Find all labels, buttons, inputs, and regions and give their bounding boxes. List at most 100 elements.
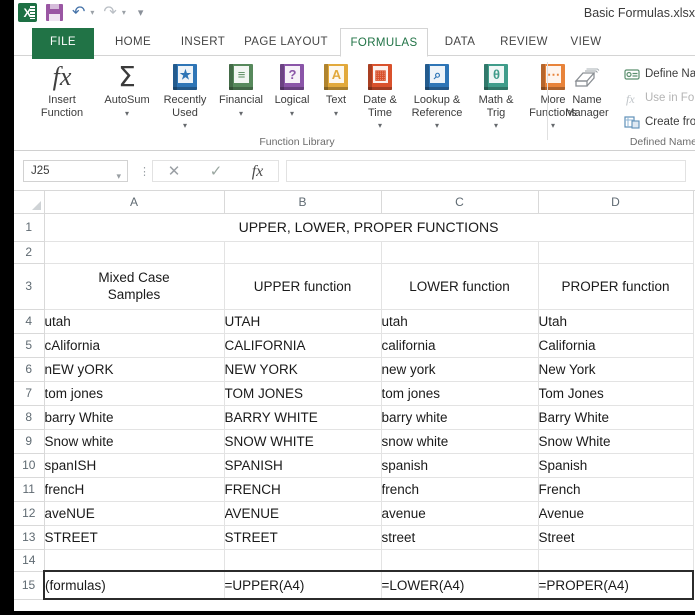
data-cell-D6[interactable]: New York — [538, 357, 694, 382]
data-cell-A10[interactable]: spanISH — [44, 453, 225, 478]
row-header-7[interactable]: 7 — [14, 381, 45, 406]
ribbon-tab-page-layout[interactable]: PAGE LAYOUT — [236, 28, 336, 56]
enter-icon[interactable]: ✓ — [210, 164, 223, 179]
create-from-selection-button[interactable]: Create from — [624, 112, 695, 132]
data-cell-B11[interactable]: FRENCH — [224, 477, 382, 502]
row-header-9[interactable]: 9 — [14, 429, 45, 454]
data-cell-B9[interactable]: SNOW WHITE — [224, 429, 382, 454]
column-header-A[interactable]: A — [44, 191, 225, 214]
undo-dropdown-icon[interactable]: ▾ — [90, 8, 94, 17]
data-cell-B5[interactable]: CALIFORNIA — [224, 333, 382, 358]
redo-dropdown-icon[interactable]: ▾ — [122, 8, 126, 17]
data-cell-D4[interactable]: Utah — [538, 309, 694, 334]
chevron-down-icon[interactable]: ▾ — [239, 107, 243, 121]
data-cell-C11[interactable]: french — [381, 477, 539, 502]
data-cell-A9[interactable]: Snow white — [44, 429, 225, 454]
data-cell-C5[interactable]: california — [381, 333, 539, 358]
chevron-down-icon[interactable]: ▾ — [494, 119, 498, 133]
formula-cell-B15[interactable]: =UPPER(A4) — [224, 570, 382, 600]
data-cell-C13[interactable]: street — [381, 525, 539, 550]
row-header-6[interactable]: 6 — [14, 357, 45, 382]
financial-button[interactable]: ≡ Financial ▾ — [214, 60, 268, 134]
ribbon-tab-home[interactable]: HOME — [102, 28, 164, 56]
row-header-4[interactable]: 4 — [14, 309, 45, 334]
data-cell-C12[interactable]: avenue — [381, 501, 539, 526]
data-cell-D5[interactable]: California — [538, 333, 694, 358]
data-cell-B6[interactable]: NEW YORK — [224, 357, 382, 382]
data-cell-B13[interactable]: STREET — [224, 525, 382, 550]
row-header-8[interactable]: 8 — [14, 405, 45, 430]
chevron-down-icon[interactable]: ▾ — [435, 119, 439, 133]
ribbon-tab-review[interactable]: REVIEW — [490, 28, 558, 56]
lookup-reference-button[interactable]: ⌕ Lookup & Reference ▾ — [404, 60, 470, 134]
select-all-corner[interactable] — [14, 191, 45, 214]
column-header-D[interactable]: D — [538, 191, 694, 214]
column-title-cell-B3[interactable]: UPPER function — [224, 263, 382, 310]
table-cell-B2[interactable] — [224, 241, 382, 264]
merged-title-cell[interactable]: UPPER, LOWER, PROPER FUNCTIONS — [44, 213, 694, 242]
table-cell-C14[interactable] — [381, 549, 539, 572]
data-cell-A8[interactable]: barry White — [44, 405, 225, 430]
chevron-down-icon[interactable]: ▾ — [290, 107, 294, 121]
row-header-13[interactable]: 13 — [14, 525, 45, 550]
ribbon-tab-formulas[interactable]: FORMULAS — [340, 28, 428, 57]
data-cell-C10[interactable]: spanish — [381, 453, 539, 478]
data-cell-D9[interactable]: Snow White — [538, 429, 694, 454]
table-cell-D14[interactable] — [538, 549, 694, 572]
insert-function-button[interactable]: fx Insert Function — [32, 60, 92, 134]
date-time-button[interactable]: ▦ Date & Time ▾ — [356, 60, 404, 134]
data-cell-D11[interactable]: French — [538, 477, 694, 502]
chevron-down-icon[interactable]: ▾ — [334, 107, 338, 121]
data-cell-A4[interactable]: utah — [44, 309, 225, 334]
data-cell-A13[interactable]: STREET — [44, 525, 225, 550]
data-cell-C7[interactable]: tom jones — [381, 381, 539, 406]
chevron-down-icon[interactable]: ▾ — [125, 107, 129, 121]
customize-qat-icon[interactable]: ▾ — [138, 6, 144, 19]
math-trig-button[interactable]: θ Math & Trig ▾ — [470, 60, 522, 134]
data-cell-B8[interactable]: BARRY WHITE — [224, 405, 382, 430]
data-cell-B4[interactable]: UTAH — [224, 309, 382, 334]
name-box[interactable]: J25 ▾ — [23, 160, 128, 182]
autosum-button[interactable]: Σ AutoSum ▾ — [98, 60, 156, 134]
row-header-12[interactable]: 12 — [14, 501, 45, 526]
ribbon-tab-file[interactable]: FILE — [32, 28, 94, 56]
data-cell-D13[interactable]: Street — [538, 525, 694, 550]
row-header-1[interactable]: 1 — [14, 213, 45, 242]
data-cell-D12[interactable]: Avenue — [538, 501, 694, 526]
worksheet-grid[interactable]: A B C D 1 UPPER, LOWER, PROPER FUNCTIONS 2 3 Mix… — [14, 191, 695, 611]
table-cell-B14[interactable] — [224, 549, 382, 572]
formula-input[interactable] — [286, 160, 686, 182]
data-cell-A11[interactable]: frencH — [44, 477, 225, 502]
chevron-down-icon[interactable]: ▾ — [378, 119, 382, 133]
row-header-2[interactable]: 2 — [14, 241, 45, 264]
table-cell-C2[interactable] — [381, 241, 539, 264]
chevron-down-icon[interactable]: ▾ — [116, 166, 121, 187]
table-cell-A2[interactable] — [44, 241, 225, 264]
row-header-15[interactable]: 15 — [14, 571, 45, 600]
column-header-C[interactable]: C — [381, 191, 539, 214]
define-name-button[interactable]: Define Nam — [624, 64, 695, 84]
data-cell-D7[interactable]: Tom Jones — [538, 381, 694, 406]
column-title-cell-C3[interactable]: LOWER function — [381, 263, 539, 310]
row-header-3[interactable]: 3 — [14, 263, 45, 310]
data-cell-A7[interactable]: tom jones — [44, 381, 225, 406]
data-cell-A12[interactable]: aveNUE — [44, 501, 225, 526]
formula-cell-C15[interactable]: =LOWER(A4) — [381, 570, 539, 600]
data-cell-B10[interactable]: SPANISH — [224, 453, 382, 478]
data-cell-C8[interactable]: barry white — [381, 405, 539, 430]
logical-button[interactable]: ? Logical ▾ — [268, 60, 316, 134]
recently-used-button[interactable]: ★ Recently Used ▾ — [156, 60, 214, 134]
chevron-down-icon[interactable]: ▾ — [183, 119, 187, 133]
column-header-B[interactable]: B — [224, 191, 382, 214]
row-header-11[interactable]: 11 — [14, 477, 45, 502]
data-cell-C4[interactable]: utah — [381, 309, 539, 334]
row-header-10[interactable]: 10 — [14, 453, 45, 478]
column-title-cell-D3[interactable]: PROPER function — [538, 263, 694, 310]
data-cell-A6[interactable]: nEW yORK — [44, 357, 225, 382]
row-header-5[interactable]: 5 — [14, 333, 45, 358]
formula-cell-D15[interactable]: =PROPER(A4) — [538, 570, 694, 600]
data-cell-A5[interactable]: cAlifornia — [44, 333, 225, 358]
ribbon-tab-view[interactable]: VIEW — [560, 28, 612, 56]
name-manager-button[interactable]: Name Manager — [558, 60, 616, 134]
data-cell-D10[interactable]: Spanish — [538, 453, 694, 478]
